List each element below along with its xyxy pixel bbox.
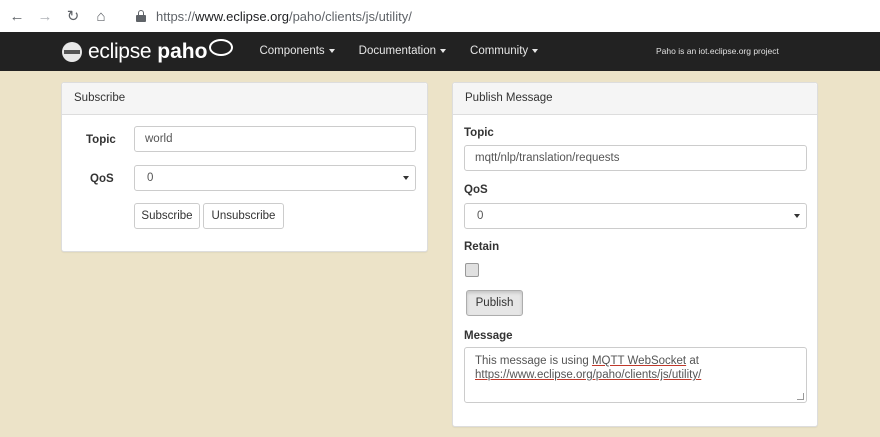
retain-label: Retain — [464, 241, 500, 253]
url-text[interactable]: https://www.eclipse.org/paho/clients/js/… — [156, 9, 412, 24]
publish-button[interactable]: Publish — [466, 290, 523, 316]
navbar-tagline[interactable]: Paho is an iot.eclipse.org project — [656, 32, 779, 71]
address-bar[interactable]: https://www.eclipse.org/paho/clients/js/… — [128, 4, 868, 28]
subscribe-qos-value: 0 — [147, 172, 154, 184]
subscribe-panel: Subscribe Topic world QoS 0 Subscribe Un… — [61, 82, 428, 252]
subscribe-qos-select[interactable]: 0 — [134, 165, 416, 191]
url-scheme: https:// — [156, 8, 196, 24]
eclipse-paho-logo[interactable]: eclipse paho — [62, 32, 234, 71]
publish-heading: Publish Message — [453, 83, 817, 115]
publish-qos-value: 0 — [477, 210, 484, 222]
caret-down-icon — [532, 48, 539, 53]
nav-item-label: Community — [470, 45, 529, 57]
forward-arrow-icon[interactable]: → — [34, 5, 56, 27]
message-textarea[interactable]: This message is using MQTT WebSocket at … — [464, 347, 807, 403]
lock-icon[interactable] — [136, 10, 146, 22]
message-text-underlined: MQTT WebSocket — [591, 355, 687, 367]
nav-item-documentation[interactable]: Documentation — [347, 32, 458, 71]
back-arrow-icon[interactable]: ← — [6, 5, 28, 27]
message-text: This message is using — [475, 355, 592, 367]
nav-item-label: Documentation — [358, 45, 437, 57]
publish-topic-input[interactable]: mqtt/nlp/translation/requests — [464, 145, 807, 171]
logo-paho-text: paho — [157, 39, 208, 63]
reload-icon[interactable]: ↻ — [62, 5, 84, 27]
resize-grip-icon[interactable] — [797, 393, 804, 400]
subscribe-button[interactable]: Subscribe — [134, 203, 200, 229]
nav-item-community[interactable]: Community — [458, 32, 550, 71]
message-line-2: https://www.eclipse.org/paho/clients/js/… — [475, 369, 702, 381]
dropdown-arrow-icon — [403, 176, 409, 180]
message-label: Message — [464, 330, 513, 342]
eclipse-logo-icon — [62, 41, 82, 62]
unsubscribe-button[interactable]: Unsubscribe — [203, 203, 284, 229]
speech-bubble-icon — [209, 39, 234, 56]
nav-item-components[interactable]: Components — [247, 32, 346, 71]
publish-panel: Publish Message Topic mqtt/nlp/translati… — [452, 82, 818, 427]
caret-down-icon — [440, 48, 447, 53]
retain-checkbox[interactable] — [465, 263, 479, 277]
subscribe-topic-label: Topic — [86, 134, 116, 146]
dropdown-arrow-icon — [794, 214, 800, 218]
logo-eclipse-text: eclipse — [88, 39, 152, 63]
publish-qos-label: QoS — [464, 184, 488, 196]
subscribe-qos-label: QoS — [90, 173, 114, 185]
message-text: at — [686, 355, 699, 367]
site-navbar: eclipse paho Components Documentation Co… — [0, 32, 880, 71]
nav-menu: Components Documentation Community — [247, 32, 550, 71]
subscribe-heading: Subscribe — [62, 83, 427, 115]
message-line-1: This message is using MQTT WebSocket at — [475, 354, 796, 368]
caret-down-icon — [328, 48, 335, 53]
subscribe-topic-input[interactable]: world — [134, 126, 416, 152]
publish-qos-select[interactable]: 0 — [464, 203, 807, 229]
publish-topic-label: Topic — [464, 127, 494, 139]
home-icon[interactable]: ⌂ — [90, 5, 112, 27]
nav-item-label: Components — [259, 45, 325, 57]
url-path: /paho/clients/js/utility/ — [288, 8, 412, 24]
browser-toolbar: ← → ↻ ⌂ https://www.eclipse.org/paho/cli… — [0, 0, 880, 32]
url-host: www.eclipse.org — [195, 8, 289, 24]
